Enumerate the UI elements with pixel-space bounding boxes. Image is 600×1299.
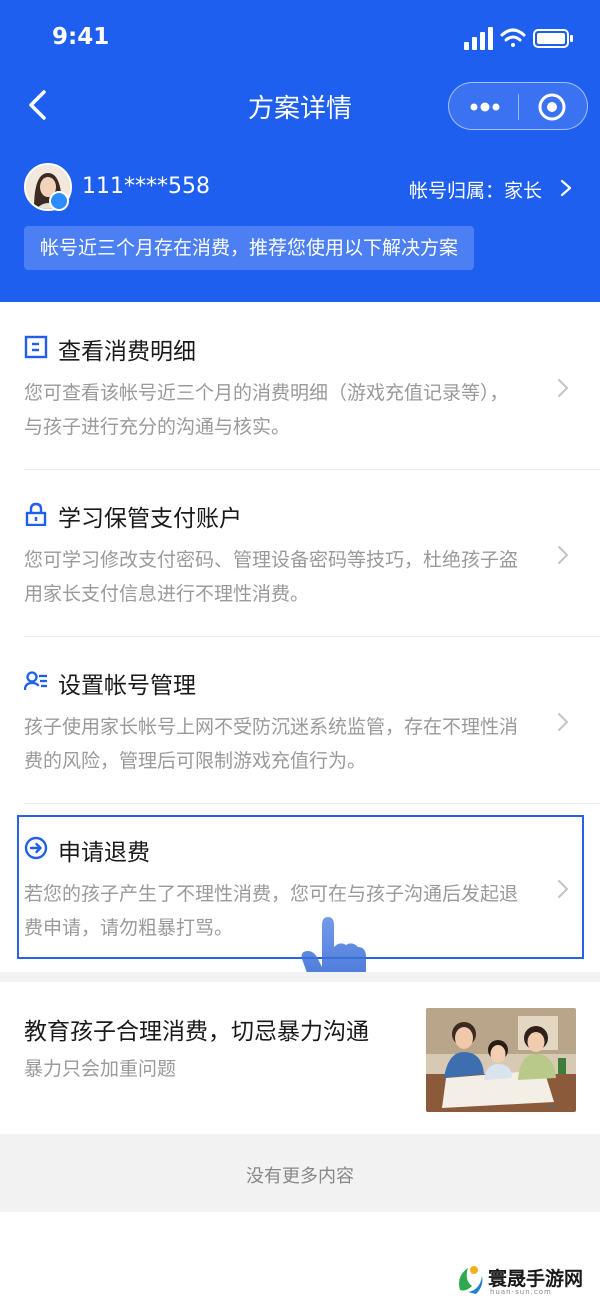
chevron-right-icon[interactable] [558,178,574,198]
solution-item-payment-security[interactable]: 学习保管支付账户 您可学习修改支付密码、管理设备密码等技巧，杜绝孩子盗用家长支付… [0,499,600,635]
watermark-icon [459,1266,483,1294]
consumption-notice: 帐号近三个月存在消费，推荐您使用以下解决方案 [24,226,475,270]
close-target-icon[interactable] [537,92,567,122]
article-thumbnail: ●●● [426,1008,576,1112]
article-title: 教育孩子合理消费，切忌暴力沟通 [24,1019,369,1045]
chevron-right-icon [558,546,569,564]
battery-icon [533,29,573,48]
divider [24,636,600,637]
capsule-divider [518,94,519,120]
lock-icon [25,502,47,526]
more-icon[interactable] [467,95,503,119]
solution-title: 学习保管支付账户 [58,506,242,532]
chevron-right-icon [558,713,569,731]
solution-item-consumption-detail[interactable]: 查看消费明细 您可查看该帐号近三个月的消费明细（游戏充值记录等），与孩子进行充分… [0,332,600,468]
solution-desc: 您可学习修改支付密码、管理设备密码等技巧，杜绝孩子盗用家长支付信息进行不理性消费… [24,549,519,605]
bill-icon [24,335,48,359]
divider [24,803,600,804]
solution-desc: 孩子使用家长帐号上网不受防沉迷系统监管，存在不理性消费的风险，管理后可限制游戏充… [24,716,519,772]
signal-icon [464,27,493,50]
avatar-badge-icon [49,191,69,211]
article-card[interactable]: 教育孩子合理消费，切忌暴力沟通 暴力只会加重问题 ●●● [0,982,600,1134]
account-ownership[interactable]: 帐号归属：家长 [409,176,542,203]
watermark-text: 寰晟手游网 [488,1268,584,1290]
mini-program-capsule [448,82,588,130]
watermark-url: huan-sun.com [490,1288,552,1296]
wifi-icon [500,28,526,47]
status-icons [464,27,573,50]
solution-item-account-management[interactable]: 设置帐号管理 孩子使用家长帐号上网不受防沉迷系统监管，存在不理性消费的风险，管理… [0,666,600,802]
chevron-right-icon [558,379,569,397]
article-subtitle: 暴力只会加重问题 [24,1058,177,1080]
solution-title: 设置帐号管理 [58,673,196,699]
solution-desc: 您可查看该帐号近三个月的消费明细（游戏充值记录等），与孩子进行充分的沟通与核实。 [24,382,509,438]
thumbnail-logo: ●●● [546,1104,557,1110]
no-more-content: 没有更多内容 [246,1166,354,1187]
user-manage-icon [24,671,47,691]
section-gap [0,972,600,982]
list-end: 没有更多内容 [0,1134,600,1212]
status-time: 9:41 [52,24,110,50]
solution-title: 查看消费明细 [58,339,196,365]
divider [24,469,600,470]
watermark-logo: 寰晟手游网 huan-sun.com [452,1262,600,1298]
header: 9:41 方案详情 111****558 帐号归属：家长 帐号近三个月存在消费，… [0,0,600,302]
account-id: 111****558 [82,174,210,199]
